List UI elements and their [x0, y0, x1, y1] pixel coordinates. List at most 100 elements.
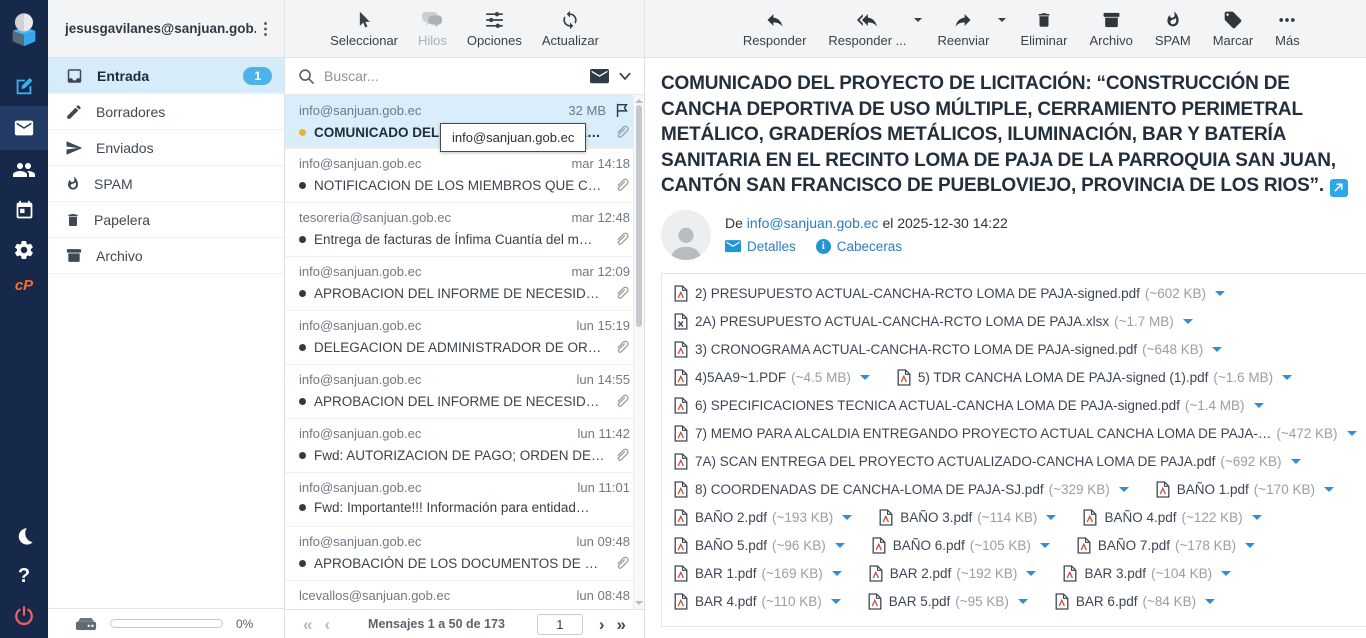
attachment-menu-caret[interactable] — [1046, 515, 1056, 525]
attachment-name[interactable]: 2A) PRESUPUESTO ACTUAL-CANCHA-RCTO LOMA … — [695, 314, 1109, 329]
attachment-name[interactable]: BAR 2.pdf — [890, 566, 952, 581]
attachment-item[interactable]: BAR 1.pdf(~169 KB) — [674, 565, 842, 582]
search-input[interactable] — [324, 68, 581, 84]
attachment-name[interactable]: BAR 6.pdf — [1076, 594, 1138, 609]
attachment-name[interactable]: BAÑO 4.pdf — [1104, 510, 1176, 525]
attachment-name[interactable]: 7) MEMO PARA ALCALDIA ENTREGANDO PROYECT… — [695, 426, 1271, 441]
refresh-button[interactable]: Actualizar — [535, 10, 606, 48]
attachment-item[interactable]: BAÑO 5.pdf(~96 KB) — [674, 537, 845, 554]
spam-button[interactable]: SPAM — [1148, 10, 1198, 48]
attachment-item[interactable]: 7) MEMO PARA ALCALDIA ENTREGANDO PROYECT… — [674, 425, 1357, 442]
attachment-item[interactable]: BAÑO 3.pdf(~114 KB) — [879, 509, 1056, 526]
attachment-menu-caret[interactable] — [860, 375, 870, 385]
compose-button[interactable] — [0, 66, 48, 106]
message-row[interactable]: info@sanjuan.gob.eclun 15:19DELEGACION D… — [285, 311, 644, 365]
attachment-item[interactable]: BAÑO 4.pdf(~122 KB) — [1083, 509, 1261, 526]
message-row[interactable]: info@sanjuan.gob.ecmar 12:09APROBACION D… — [285, 257, 644, 311]
attachment-menu-caret[interactable] — [1221, 571, 1231, 581]
reply-all-dropdown-caret[interactable] — [914, 18, 922, 26]
message-row[interactable]: info@sanjuan.gob.eclun 11:01Fwd: Importa… — [285, 473, 644, 527]
attachment-menu-caret[interactable] — [1212, 347, 1222, 357]
attachment-name[interactable]: 6) SPECIFICACIONES TECNICA ACTUAL-CANCHA… — [695, 398, 1180, 413]
logout-button[interactable] — [0, 596, 48, 636]
last-page-button[interactable]: » — [611, 616, 632, 633]
attachment-item[interactable]: 5) TDR CANCHA LOMA DE PAJA-signed (1).pd… — [897, 369, 1292, 386]
attachment-menu-caret[interactable] — [1245, 543, 1255, 553]
next-page-button[interactable]: › — [593, 616, 611, 633]
attachment-menu-caret[interactable] — [831, 599, 841, 609]
message-row[interactable]: info@sanjuan.gob.eclun 14:55APROBACION D… — [285, 365, 644, 419]
attachment-name[interactable]: BAÑO 5.pdf — [695, 538, 767, 553]
forward-dropdown-caret[interactable] — [998, 18, 1006, 26]
folder-item-papelera[interactable]: Papelera — [48, 202, 284, 238]
headers-link[interactable]: i Cabeceras — [816, 239, 902, 254]
attachment-name[interactable]: BAÑO 6.pdf — [893, 538, 965, 553]
message-row[interactable]: tesoreria@sanjuan.gob.ecmar 12:48Entrega… — [285, 203, 644, 257]
attachment-name[interactable]: 4)5AA9~1.PDF — [695, 370, 786, 385]
sidebar-item-contacts[interactable] — [0, 150, 48, 190]
attachment-menu-caret[interactable] — [1205, 599, 1215, 609]
delete-button[interactable]: Eliminar — [1014, 10, 1075, 48]
message-row[interactable]: info@sanjuan.gob.eclun 09:48APROBACIÓN D… — [285, 527, 644, 581]
folder-item-archivo[interactable]: Archivo — [48, 238, 284, 274]
reply-button[interactable]: Responder — [736, 10, 814, 48]
attachment-menu-caret[interactable] — [1282, 375, 1292, 385]
attachment-item[interactable]: BAR 5.pdf(~95 KB) — [868, 593, 1028, 610]
attachment-menu-caret[interactable] — [842, 515, 852, 525]
message-row[interactable]: info@sanjuan.gob.eclun 11:42Fwd: AUTORIZ… — [285, 419, 644, 473]
list-scrollbar-thumb[interactable] — [636, 105, 642, 327]
sidebar-item-calendar[interactable] — [0, 190, 48, 230]
list-scrollbar[interactable] — [633, 95, 644, 609]
attachment-item[interactable]: 8) COORDENADAS DE CANCHA-LOMA DE PAJA-SJ… — [674, 481, 1129, 498]
open-in-new-window-icon[interactable] — [1330, 179, 1348, 197]
cpanel-link[interactable]: cP — [0, 270, 48, 300]
folder-item-spam[interactable]: SPAM — [48, 166, 284, 202]
attachment-item[interactable]: BAÑO 1.pdf(~170 KB) — [1156, 481, 1334, 498]
search-scope-mail-icon[interactable] — [590, 69, 609, 84]
folder-item-borradores[interactable]: Borradores — [48, 94, 284, 130]
page-number-input[interactable] — [537, 614, 583, 635]
attachment-menu-caret[interactable] — [1252, 515, 1262, 525]
attachment-menu-caret[interactable] — [1040, 543, 1050, 553]
attachment-name[interactable]: BAR 4.pdf — [695, 594, 757, 609]
webmail-logo-icon[interactable] — [0, 0, 48, 58]
prev-page-button[interactable]: ‹ — [318, 616, 336, 633]
attachment-name[interactable]: 2) PRESUPUESTO ACTUAL-CANCHA-RCTO LOMA D… — [695, 286, 1140, 301]
attachment-item[interactable]: BAR 4.pdf(~110 KB) — [674, 593, 841, 610]
details-link[interactable]: Detalles — [725, 239, 796, 254]
attachment-item[interactable]: BAR 2.pdf(~192 KB) — [869, 565, 1037, 582]
attachment-name[interactable]: BAR 3.pdf — [1084, 566, 1146, 581]
attachment-item[interactable]: BAÑO 2.pdf(~193 KB) — [674, 509, 852, 526]
attachment-name[interactable]: 3) CRONOGRAMA ACTUAL-CANCHA-RCTO LOMA DE… — [695, 342, 1137, 357]
attachment-name[interactable]: 7A) SCAN ENTREGA DEL PROYECTO ACTUALIZAD… — [695, 454, 1215, 469]
attachment-name[interactable]: BAÑO 1.pdf — [1177, 482, 1249, 497]
attachment-menu-caret[interactable] — [832, 571, 842, 581]
attachment-item[interactable]: BAÑO 6.pdf(~105 KB) — [872, 537, 1050, 554]
archive-button[interactable]: Archivo — [1082, 10, 1139, 48]
first-page-button[interactable]: « — [297, 616, 318, 633]
attachment-name[interactable]: BAÑO 3.pdf — [900, 510, 972, 525]
scroll-up-arrow[interactable] — [635, 99, 643, 103]
attachment-name[interactable]: BAR 5.pdf — [889, 594, 951, 609]
options-button[interactable]: Opciones — [460, 10, 529, 48]
attachment-item[interactable]: BAR 6.pdf(~84 KB) — [1055, 593, 1215, 610]
forward-button[interactable]: Reenviar — [930, 10, 996, 48]
attachment-menu-caret[interactable] — [1119, 487, 1129, 497]
help-button[interactable]: ? — [0, 556, 48, 596]
threads-button[interactable]: Hilos — [411, 10, 454, 48]
scroll-down-arrow[interactable] — [635, 601, 643, 605]
attachment-menu-caret[interactable] — [1291, 459, 1301, 469]
sidebar-item-mail[interactable] — [0, 106, 48, 150]
attachment-item[interactable]: BAR 3.pdf(~104 KB) — [1063, 565, 1231, 582]
attachment-item[interactable]: 3) CRONOGRAMA ACTUAL-CANCHA-RCTO LOMA DE… — [674, 341, 1222, 358]
sender-email-link[interactable]: info@sanjuan.gob.ec — [747, 215, 879, 231]
message-row[interactable]: info@sanjuan.gob.ecmar 14:18NOTIFICACION… — [285, 149, 644, 203]
mark-button[interactable]: Marcar — [1206, 10, 1260, 48]
attachment-item[interactable]: 4)5AA9~1.PDF(~4.5 MB) — [674, 369, 870, 386]
attachment-name[interactable]: 5) TDR CANCHA LOMA DE PAJA-signed (1).pd… — [918, 370, 1209, 385]
attachment-item[interactable]: BAÑO 7.pdf(~178 KB) — [1077, 537, 1255, 554]
kebab-menu-icon[interactable]: ⋮ — [256, 19, 274, 39]
folder-item-entrada[interactable]: Entrada1 — [48, 58, 284, 94]
select-button[interactable]: Seleccionar — [323, 10, 405, 48]
reply-all-button[interactable]: Responder ... — [821, 10, 913, 48]
